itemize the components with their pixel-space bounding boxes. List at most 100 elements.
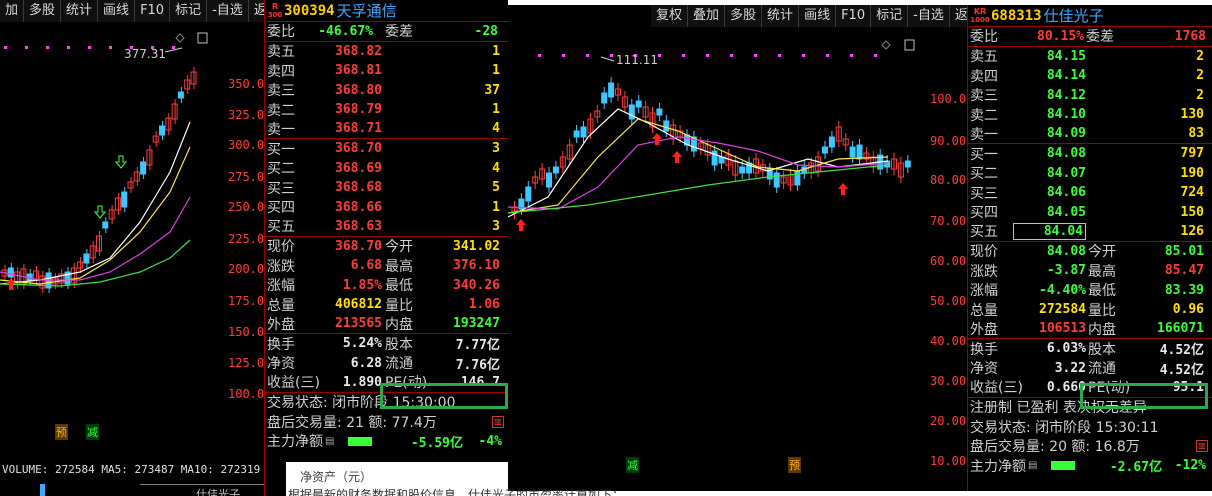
chart-icon[interactable]: ▥ — [1196, 440, 1208, 453]
quote-panel-300394: R 300 300394 天孚通信 委比 -46.67% 委差 -28 卖五 36… — [264, 0, 508, 496]
buy-level-row[interactable]: 买二 84.07 190 — [968, 164, 1212, 184]
buy-level-row[interactable]: 买三 84.06 724 — [968, 183, 1212, 203]
toolbar-btn-adjust[interactable]: 复权 — [651, 5, 689, 27]
stat-row: 换手 5.24% 股本 7.77亿 — [265, 334, 508, 354]
main-force-bar — [348, 436, 373, 446]
window-toggle-icon — [904, 39, 915, 51]
toolbar-btn-draw[interactable]: 画线 — [799, 5, 837, 27]
toolbar-btn-mark[interactable]: 标记 — [871, 5, 909, 27]
level-label: 买五 — [970, 224, 998, 241]
stat-row: 总量 406812 量比 1.06 — [265, 295, 508, 315]
stat-row: 外盘 213565 内盘 193247 — [265, 315, 508, 334]
candle-body — [601, 92, 608, 104]
toolbar-btn-mark[interactable]: 标记 — [170, 0, 208, 22]
dot-marker — [730, 54, 733, 57]
stat-label: 流通 — [1088, 361, 1116, 378]
main-force-value: -2.67亿 — [1109, 460, 1162, 476]
toolbar-btn-stats[interactable]: 统计 — [762, 5, 800, 27]
sell-level-row[interactable]: 卖一 84.09 83 — [968, 125, 1212, 144]
toolbar-btn-watchlist[interactable]: -自选 — [908, 5, 950, 27]
toolbar-btn-f10[interactable]: F10 — [836, 5, 872, 27]
level-volume: 1 — [492, 43, 500, 59]
toolbar-btn-multi[interactable]: 多股 — [24, 0, 62, 22]
ma-line — [0, 146, 191, 285]
stat-label: 涨跌 — [970, 263, 998, 280]
level-price: 368.82 — [335, 43, 382, 59]
level-volume: 126 — [1180, 223, 1204, 239]
level-label: 卖四 — [970, 68, 998, 85]
buy-level-row[interactable]: 买四 84.05 150 — [968, 203, 1212, 223]
sell-level-row[interactable]: 卖四 84.14 2 — [968, 66, 1212, 86]
sell-level-row[interactable]: 卖四 368.81 1 — [265, 61, 508, 81]
toolbar-btn-jia[interactable]: 加 — [0, 0, 25, 22]
sell-level-row[interactable]: 卖二 84.10 130 — [968, 105, 1212, 125]
settings-diamond-icon — [175, 33, 185, 43]
after-hours-volume: 盘后交易量: 20 额: 16.8万 ▥ — [968, 437, 1212, 457]
buy-level-row[interactable]: 买三 368.68 5 — [265, 178, 508, 198]
sell-level-row[interactable]: 卖二 368.79 1 — [265, 100, 508, 120]
stat-value: 193247 — [453, 316, 500, 332]
sell-level-row[interactable]: 卖五 368.82 1 — [265, 42, 508, 62]
candle-body — [822, 146, 828, 154]
buy-level-row[interactable]: 买四 368.66 1 — [265, 198, 508, 218]
doc-icon[interactable]: ▤ — [1028, 460, 1037, 471]
sell-level-row[interactable]: 卖一 368.71 4 — [265, 120, 508, 139]
candle-body — [140, 161, 147, 175]
toolbar-btn-watchlist[interactable]: -自选 — [207, 0, 249, 22]
toolbar-btn-overlay[interactable]: 叠加 — [688, 5, 726, 27]
level-price: 368.63 — [335, 218, 382, 234]
level-label: 卖一 — [267, 121, 295, 138]
candle-body — [83, 253, 90, 264]
chart-icon[interactable]: ▥ — [492, 415, 504, 428]
toolbar-btn-f10[interactable]: F10 — [135, 0, 171, 22]
right-kline-chart[interactable]: 100.0 90.00 80.00 70.00 60.00 50.00 40.0… — [508, 27, 967, 477]
dot-marker — [610, 54, 613, 57]
main-force-pct: -12% — [1174, 458, 1206, 474]
sell-level-row[interactable]: 卖五 84.15 2 — [968, 47, 1212, 67]
buy-level-row[interactable]: 买五 84.04 126 — [968, 222, 1212, 242]
order-book: 卖五 84.15 2 卖四 84.14 2 卖三 84.12 2 卖二 84.1… — [968, 47, 1212, 242]
level-price: 368.70 — [335, 141, 382, 157]
stat-label: 最低 — [1088, 283, 1116, 300]
level-price: 84.15 — [1046, 48, 1086, 64]
sell-level-row[interactable]: 卖三 368.80 37 — [265, 81, 508, 101]
level-label: 卖五 — [970, 49, 998, 66]
level-volume: 2 — [1196, 87, 1204, 103]
left-axis-label: 200.0 — [228, 262, 265, 276]
stat-row: 涨跌 -3.87 最高 85.47 — [968, 261, 1212, 281]
toolbar-btn-stats[interactable]: 统计 — [61, 0, 99, 22]
stock-name[interactable]: 仕佳光子 — [1044, 5, 1104, 26]
doc-icon[interactable]: ▤ — [325, 436, 334, 447]
level-label: 买一 — [267, 141, 295, 158]
level-label: 买二 — [970, 166, 998, 183]
stock-name[interactable]: 天孚通信 — [337, 0, 397, 21]
left-kline-chart[interactable]: 350.0 325.0 300.0 275.0 250.0 225.0 200.… — [0, 22, 264, 462]
stat-value: 376.10 — [453, 258, 500, 274]
stat-value: 213565 — [335, 316, 382, 332]
stat-value: 406812 — [335, 297, 382, 313]
right-axis-label: 40.00 — [930, 334, 967, 348]
buy-level-row[interactable]: 买二 368.69 4 — [265, 159, 508, 179]
dot-marker — [826, 54, 829, 57]
left-marker-jian: 减 — [86, 424, 99, 440]
buy-level-row[interactable]: 买一 84.08 797 — [968, 144, 1212, 164]
candle-body — [608, 82, 615, 98]
toolbar-btn-multi[interactable]: 多股 — [725, 5, 763, 27]
buy-level-row[interactable]: 买一 368.70 3 — [265, 139, 508, 159]
buy-level-row[interactable]: 买五 368.63 3 — [265, 217, 508, 237]
stat-label: 现价 — [970, 244, 998, 261]
stat-value: 166071 — [1157, 321, 1204, 337]
stat-label: 涨幅 — [970, 283, 998, 300]
candle-body — [828, 136, 835, 148]
toolbar-btn-draw[interactable]: 画线 — [98, 0, 136, 22]
dot-marker — [4, 46, 7, 49]
candle-body — [159, 125, 165, 136]
dot-marker — [850, 54, 853, 57]
quote-stats: 现价 368.70 今开 341.02 涨跌 6.68 最高 376.10 涨幅… — [265, 237, 508, 334]
right-marker-yu: 预 — [788, 457, 801, 473]
level-price: 368.66 — [335, 199, 382, 215]
stat-row: 涨幅 -4.40% 最低 83.39 — [968, 281, 1212, 301]
buy-arrow-icon — [516, 219, 526, 231]
sell-level-row[interactable]: 卖三 84.12 2 — [968, 86, 1212, 106]
dot-marker — [67, 46, 70, 49]
